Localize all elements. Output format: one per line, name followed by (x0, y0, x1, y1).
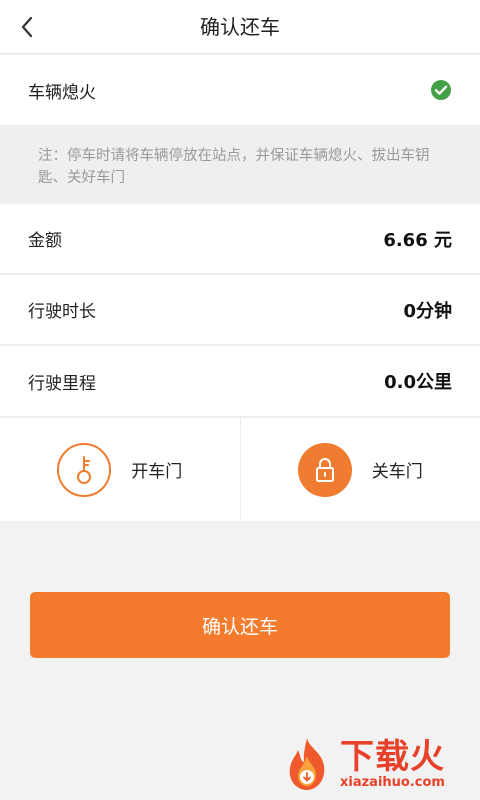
open-door-icon-circle (57, 442, 112, 497)
watermark-en: xiazaihuo.com (340, 775, 445, 790)
top-bar: 确认还车 (0, 0, 480, 54)
chevron-left-icon (21, 16, 33, 38)
key-icon (77, 455, 92, 484)
lock-icon (315, 457, 334, 482)
duration-value: 0分钟 (403, 300, 452, 322)
amount-row: 金额 6.66 元 (0, 204, 480, 274)
watermark: 下载火 xiazaihuo.com (278, 732, 474, 796)
amount-label: 金额 (28, 231, 62, 251)
open-door-button[interactable]: 开车门 (0, 418, 240, 521)
watermark-cn: 下载火 (340, 737, 445, 777)
door-controls: 开车门 关车门 (0, 418, 480, 521)
engine-off-label: 车辆熄火 (28, 82, 96, 103)
close-door-label: 关车门 (371, 462, 423, 482)
open-door-label: 开车门 (131, 462, 183, 482)
flame-logo-icon (289, 738, 325, 790)
back-button[interactable] (10, 10, 44, 44)
close-door-button[interactable]: 关车门 (239, 418, 480, 521)
mileage-label: 行驶里程 (28, 373, 96, 394)
confirm-return-button[interactable]: 确认还车 (30, 592, 450, 658)
engine-off-row: 车辆熄火 (0, 55, 480, 125)
page-title: 确认还车 (200, 15, 280, 39)
check-circle-icon (431, 80, 451, 100)
mileage-value: 0.0公里 (384, 372, 452, 393)
amount-value: 6.66 元 (383, 229, 452, 251)
duration-label: 行驶时长 (28, 302, 96, 322)
close-door-icon-circle (297, 442, 352, 497)
parking-note: 注：停车时请将车辆停放在站点，并保证车辆熄火、拔出车钥匙、关好车门 (0, 125, 480, 203)
duration-row: 行驶时长 0分钟 (0, 275, 480, 345)
mileage-row: 行驶里程 0.0公里 (0, 346, 480, 417)
